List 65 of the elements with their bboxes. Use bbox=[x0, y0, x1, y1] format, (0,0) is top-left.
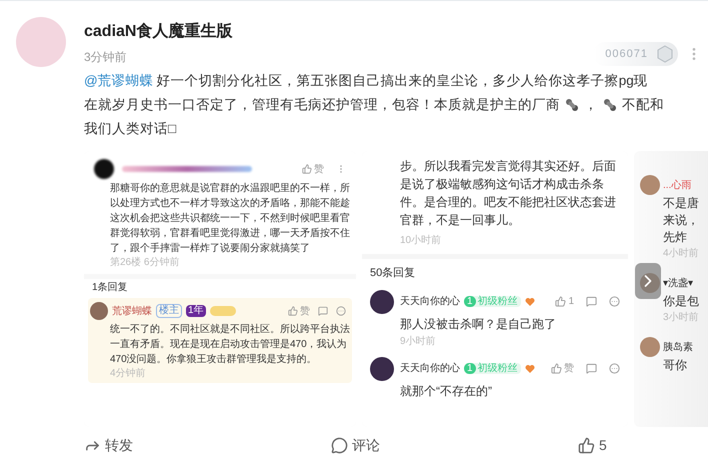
comment-icon bbox=[331, 437, 348, 454]
reply-username: 天天向你的心 bbox=[400, 294, 460, 309]
fan-badge-icon bbox=[210, 306, 236, 316]
reply-username: 天天向你的心 bbox=[400, 362, 460, 376]
fan-level: 1 bbox=[464, 296, 476, 307]
thumbs-up-icon bbox=[302, 164, 312, 174]
post-text: 我们人类对话□ bbox=[84, 120, 176, 138]
comment-icon[interactable] bbox=[586, 363, 597, 374]
fan-tag: 初级粉丝 bbox=[478, 296, 518, 307]
comment-icon[interactable] bbox=[586, 296, 597, 307]
reply-text: 来说， bbox=[662, 212, 700, 229]
comment-text: 那糖哥你的意思就是说官群的水温跟吧里的不一样，所以处理方式也不一样才导致这次的矛盾咯，那能不能趁这次机会把这些共识都统一一下，不然到时候吧里看官群觉得软弱，官群看吧里觉得激进，哪一天矛盾按不住了，跟个手摔雷一样炸了说要闹分家就搞笑了 bbox=[109, 182, 350, 256]
post-text: 好一个切割分化社区，第五张图自己搞出来的皇尘论，多少人给你这孝子擦pg现 bbox=[156, 72, 648, 90]
reply-text: 不是唐 bbox=[662, 195, 700, 212]
fan-tag: 初级粉丝 bbox=[478, 363, 518, 374]
post-text: ， bbox=[584, 96, 598, 114]
post-text: 在就岁月史书一口否定了，管理有毛病还护管理，包容！本质就是护主的厂商 bbox=[84, 96, 560, 114]
user-tag: 1年 bbox=[186, 305, 206, 317]
like-icon bbox=[578, 437, 595, 454]
blurred-avatar bbox=[94, 159, 114, 179]
reply-username: ▾洗盏▾ bbox=[663, 276, 693, 290]
user-tag: 楼主 bbox=[156, 304, 182, 318]
comment-time: 10小时前 bbox=[400, 234, 442, 248]
reply-text: 先炸 bbox=[662, 229, 688, 246]
post-time: 3分钟前 bbox=[84, 49, 128, 66]
mention-link[interactable]: @荒谬蝴蝶 bbox=[84, 69, 154, 93]
share-button[interactable]: 转发 bbox=[84, 435, 331, 456]
avatar bbox=[640, 337, 660, 357]
reply-username: ...心雨 bbox=[663, 178, 692, 192]
reply-text: 你是包 bbox=[662, 293, 700, 310]
post-text: 不配和 bbox=[622, 96, 664, 114]
heart-icon bbox=[524, 297, 535, 306]
thumbs-up-icon bbox=[555, 296, 566, 307]
reply-time: 4小时前 bbox=[662, 246, 700, 261]
like-button[interactable]: 5 bbox=[578, 435, 708, 456]
fan-level: 1 bbox=[464, 363, 476, 374]
comment-icon[interactable] bbox=[318, 306, 328, 316]
badge-number: 006071 bbox=[605, 46, 648, 62]
thumbs-up-icon bbox=[551, 363, 562, 374]
avatar bbox=[370, 290, 394, 314]
reply-time: 3小时前 bbox=[662, 310, 700, 325]
avatar bbox=[370, 356, 394, 380]
thumbs-up-icon bbox=[288, 306, 298, 316]
comment-meta: 第26楼 6分钟前 bbox=[109, 256, 180, 270]
more-icon[interactable] bbox=[609, 363, 620, 374]
avatar bbox=[90, 302, 108, 320]
reply-text: 哥你 bbox=[662, 357, 688, 374]
reply-time: 9小时前 bbox=[399, 334, 437, 348]
author-name[interactable]: cadiaN食人魔重生版 bbox=[84, 20, 594, 44]
reply-time: 4分钟前 bbox=[109, 367, 147, 380]
more-icon[interactable] bbox=[609, 296, 620, 307]
reply-username: 荒谬蝴蝶 bbox=[112, 304, 152, 318]
heart-icon bbox=[524, 364, 535, 373]
reply-count[interactable]: 1条回复 bbox=[88, 281, 352, 295]
avatar bbox=[640, 175, 660, 195]
reply-text: 统一不了的。不同社区就是不同社区。所以跨平台执法一直有矛盾。现在是现在启动攻击管理是470，我认为470没问题。你拿狼王攻击群管理我是支持的。 bbox=[109, 322, 350, 367]
reply-count[interactable]: 50条回复 bbox=[370, 265, 620, 282]
next-image-button[interactable] bbox=[635, 263, 661, 299]
comment-text: 步。所以我看完发言觉得其实还好。后面是说了极端敏感狗这句话才构成击杀条件。是合理的。吧友不能把社区状态套进官群，不是一回事儿。 bbox=[400, 158, 617, 229]
hexagon-icon bbox=[656, 45, 674, 63]
reply-text: 那人没被击杀啊？是自己跑了 bbox=[399, 316, 557, 332]
reply-username: 胰岛素 bbox=[663, 340, 693, 354]
reply-text: 就那个“不存在的” bbox=[399, 382, 493, 398]
more-icon[interactable] bbox=[336, 306, 346, 316]
comment-button[interactable]: 评论 bbox=[331, 435, 578, 456]
